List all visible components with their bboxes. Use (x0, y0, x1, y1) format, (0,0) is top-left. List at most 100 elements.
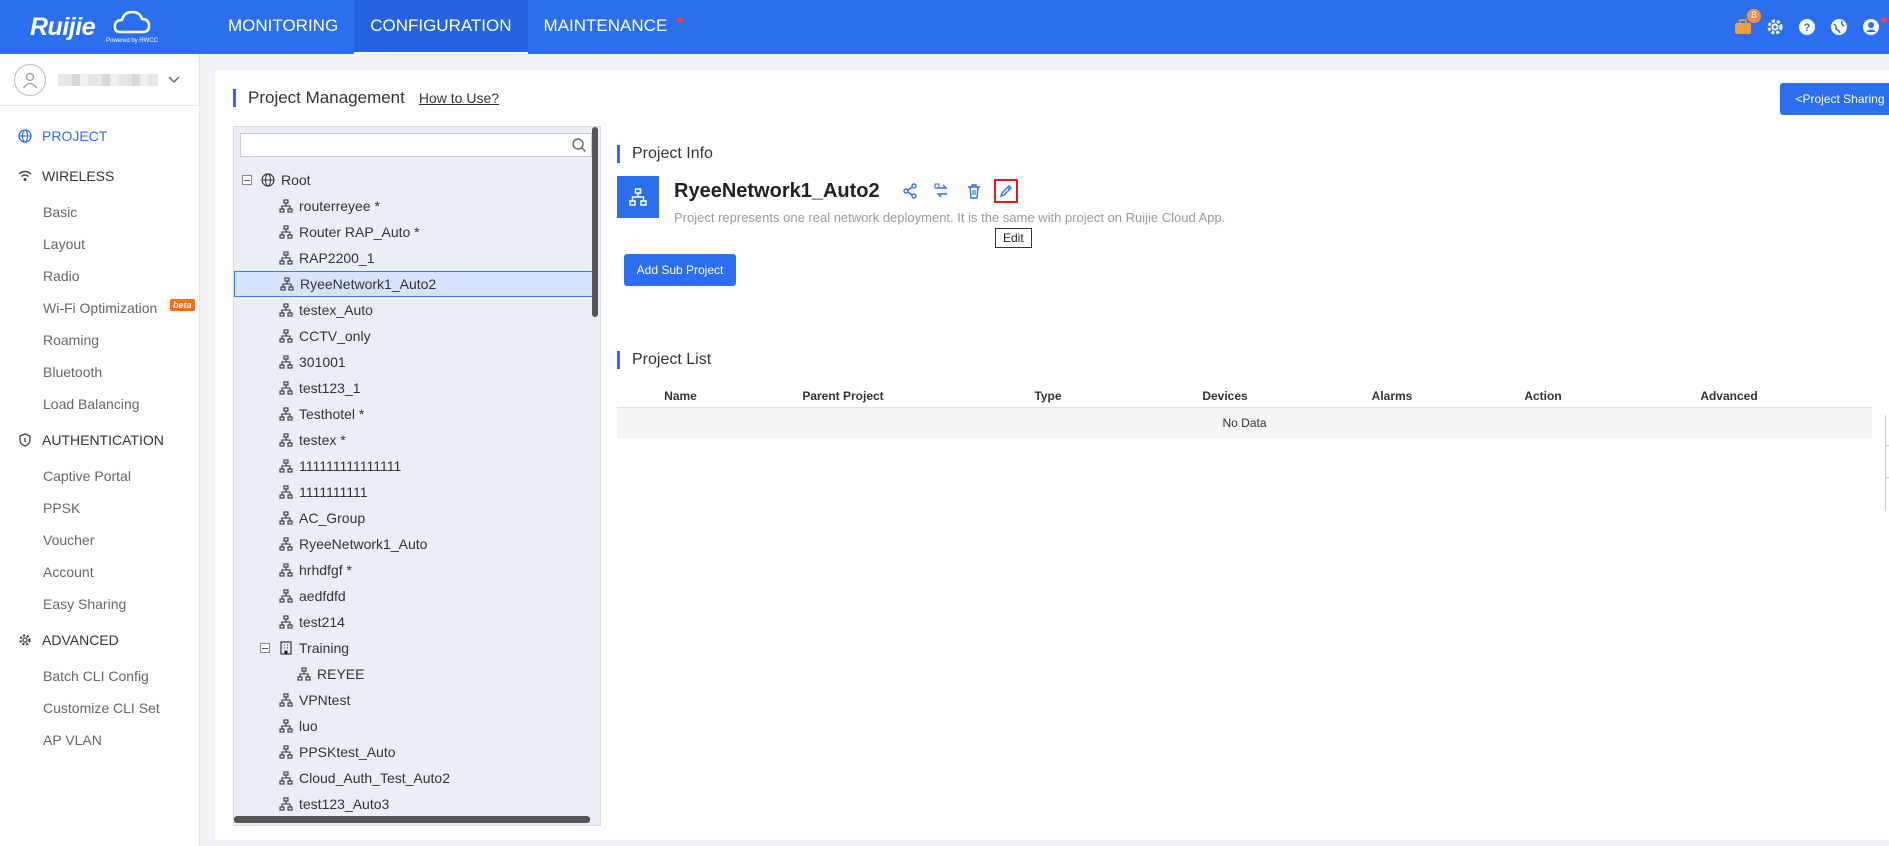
table-edge (1885, 415, 1889, 511)
tree-node[interactable]: routerreyee * (234, 193, 594, 219)
tree-node-label: RAP2200_1 (299, 250, 375, 266)
share-icon[interactable] (901, 182, 919, 200)
tree-node[interactable]: Router RAP_Auto * (234, 219, 594, 245)
sidebar-item-captive-portal[interactable]: Captive Portal (0, 460, 199, 492)
tree-node[interactable]: 111111111111111 (234, 453, 594, 479)
user-icon[interactable] (1861, 17, 1887, 37)
beta-badge: beta (170, 299, 195, 311)
how-to-use-link[interactable]: How to Use? (419, 90, 499, 106)
tree-search-input[interactable] (241, 134, 561, 156)
column-devices[interactable]: Devices (1154, 389, 1296, 403)
tree-node[interactable]: testex * (234, 427, 594, 453)
tree-node[interactable]: testex_Auto (234, 297, 594, 323)
user-selector[interactable] (0, 54, 199, 106)
tree-node-label: test123_Auto3 (299, 796, 390, 812)
network-icon (278, 484, 294, 500)
nav-maintenance-label: MAINTENANCE (543, 16, 668, 35)
sidebar-item-customize-cli-set[interactable]: Customize CLI Set (0, 692, 199, 724)
tree-node-label: test123_1 (299, 380, 361, 396)
nav-monitoring[interactable]: MONITORING (212, 0, 354, 54)
tree-node[interactable]: RyeeNetwork1_Auto (234, 531, 594, 557)
tree-node[interactable]: Testhotel * (234, 401, 594, 427)
sidebar-section-label: ADVANCED (42, 632, 119, 648)
tree-node-group[interactable]: Training (234, 635, 594, 661)
sidebar-item-voucher[interactable]: Voucher (0, 524, 199, 556)
column-name[interactable]: Name (617, 389, 744, 403)
tree-node-label: Router RAP_Auto * (299, 224, 420, 240)
tree-node[interactable]: test123_Auto3 (234, 791, 594, 817)
tree-node[interactable]: PPSKtest_Auto (234, 739, 594, 765)
tree-node-label: RyeeNetwork1_Auto2 (300, 276, 437, 292)
move-project-icon[interactable] (933, 182, 951, 200)
edit-icon[interactable] (994, 179, 1018, 203)
column-type[interactable]: Type (942, 389, 1154, 403)
sidebar-item-easy-sharing[interactable]: Easy Sharing (0, 588, 199, 620)
network-icon (278, 770, 294, 786)
user-alert-dot (1881, 17, 1887, 23)
sidebar-item-load-balancing[interactable]: Load Balancing (0, 388, 199, 420)
globe-icon (18, 129, 32, 143)
sidebar-section-project[interactable]: PROJECT (0, 116, 199, 156)
sidebar-item-roaming[interactable]: Roaming (0, 324, 199, 356)
help-icon[interactable]: ? (1797, 17, 1817, 37)
column-advanced[interactable]: Advanced (1598, 389, 1860, 403)
sidebar-item-ap-vlan[interactable]: AP VLAN (0, 724, 199, 756)
delete-icon[interactable] (965, 182, 983, 200)
tree-node[interactable]: test214 (234, 609, 594, 635)
tree-node[interactable]: aedfdfd (234, 583, 594, 609)
nav-configuration[interactable]: CONFIGURATION (354, 0, 528, 54)
tree-node[interactable]: RyeeNetwork1_Auto2 (234, 271, 594, 297)
tree-vertical-scrollbar[interactable] (592, 127, 598, 317)
collapse-toggle-icon[interactable] (260, 643, 270, 653)
search-icon[interactable] (571, 137, 587, 153)
sidebar-item-bluetooth[interactable]: Bluetooth (0, 356, 199, 388)
tree-node[interactable]: Cloud_Auth_Test_Auto2 (234, 765, 594, 791)
tree-horizontal-scrollbar[interactable] (234, 816, 590, 823)
network-icon (278, 536, 294, 552)
briefcase-icon[interactable]: 8 (1733, 9, 1761, 37)
tree-node[interactable]: RAP2200_1 (234, 245, 594, 271)
project-info-title: Project Info (617, 144, 713, 164)
tree-node[interactable]: luo (234, 713, 594, 739)
tree-node[interactable]: VPNtest (234, 687, 594, 713)
sidebar-item-batch-cli-config[interactable]: Batch CLI Config (0, 660, 199, 692)
tree-node[interactable]: 301001 (234, 349, 594, 375)
tree-node[interactable]: hrhdfgf * (234, 557, 594, 583)
sidebar-item-ppsk[interactable]: PPSK (0, 492, 199, 524)
tree-node[interactable]: REYEE (234, 661, 594, 687)
sidebar-item-basic[interactable]: Basic (0, 196, 199, 228)
tree-node[interactable]: AC_Group (234, 505, 594, 531)
globe-icon[interactable] (1829, 17, 1849, 37)
add-sub-project-button[interactable]: Add Sub Project (624, 254, 736, 286)
tree-node-label: 1111111111 (299, 484, 368, 500)
column-action[interactable]: Action (1488, 389, 1598, 403)
tree-node[interactable]: CCTV_only (234, 323, 594, 349)
sidebar-section-wireless[interactable]: WIRELESS (0, 156, 199, 196)
project-sharing-button[interactable]: <Project Sharing (1780, 83, 1889, 115)
section-title-label: Project List (632, 351, 712, 368)
sidebar-item-wifi-optimization[interactable]: Wi-Fi Optimization beta (0, 292, 199, 324)
network-icon (279, 276, 295, 292)
gear-icon[interactable] (1765, 17, 1785, 37)
sidebar-section-authentication[interactable]: AUTHENTICATION (0, 420, 199, 460)
network-icon (278, 588, 294, 604)
sidebar-section-label: PROJECT (42, 128, 108, 144)
tree-node-root[interactable]: Root (234, 167, 594, 193)
nav-maintenance[interactable]: MAINTENANCE (528, 0, 694, 54)
column-alarms[interactable]: Alarms (1296, 389, 1488, 403)
tree-node[interactable]: 1111111111 (234, 479, 594, 505)
sidebar-item-account[interactable]: Account (0, 556, 199, 588)
sidebar-section-advanced[interactable]: ADVANCED (0, 620, 199, 660)
collapse-toggle-icon[interactable] (242, 175, 252, 185)
project-list-section: Project List (617, 350, 711, 370)
project-info-section: Project Info (617, 144, 713, 164)
notification-badge: 8 (1747, 9, 1761, 23)
sidebar-item-radio[interactable]: Radio (0, 260, 199, 292)
column-parent-project[interactable]: Parent Project (744, 389, 942, 403)
network-icon (278, 562, 294, 578)
ruijie-logo[interactable]: Ruijie Powered by RWCC (28, 8, 158, 46)
tree-node[interactable]: test123_1 (234, 375, 594, 401)
network-icon (278, 718, 294, 734)
sidebar: PROJECT WIRELESS Basic Layout Radio Wi-F… (0, 54, 200, 846)
sidebar-item-layout[interactable]: Layout (0, 228, 199, 260)
